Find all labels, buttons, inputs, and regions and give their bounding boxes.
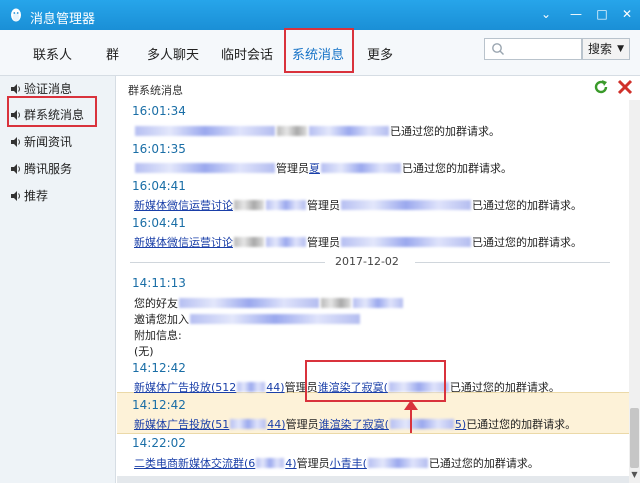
message-time: 14:12:42	[132, 361, 186, 375]
message-time: 16:01:35	[132, 142, 186, 156]
speaker-icon	[11, 164, 20, 174]
message-text: 二类电商新媒体交流群(6 4)管理员小青丰(已通过您的加群请求。	[134, 457, 539, 470]
delete-icon[interactable]	[616, 78, 634, 96]
chevron-down-icon[interactable]: ⌄	[538, 6, 554, 22]
speaker-icon	[11, 191, 20, 201]
tab-more[interactable]: 更多	[367, 44, 393, 63]
sidebar-item-verify[interactable]: 验证消息	[10, 80, 72, 97]
message-time: 14:12:42	[132, 398, 186, 412]
window-title: 消息管理器	[30, 12, 96, 27]
speaker-icon	[11, 84, 20, 94]
scroll-down-icon[interactable]: ▼	[629, 470, 640, 483]
search-button[interactable]: 搜索 ▼	[582, 38, 630, 60]
maximize-button[interactable]: □	[594, 6, 610, 22]
annotation-highlight-box	[305, 360, 446, 402]
search-button-label: 搜索	[588, 42, 613, 56]
dropdown-arrow-icon: ▼	[617, 44, 624, 54]
message-time: 16:01:34	[132, 104, 186, 118]
message-time: 16:04:41	[132, 179, 186, 193]
search-icon	[492, 43, 504, 55]
close-button[interactable]: ✕	[619, 6, 635, 22]
date-label: 2017-12-02	[335, 255, 399, 268]
group-link[interactable]: 二类电商新媒体交流群(6 4)	[134, 457, 297, 470]
message-text: 管理员夏 已通过您的加群请求。	[134, 160, 512, 176]
search-input[interactable]	[484, 38, 582, 60]
tab-temp-session[interactable]: 临时会话	[221, 44, 273, 63]
group-link[interactable]: 新媒体微信运营讨论	[134, 236, 233, 249]
horizontal-scrollbar[interactable]	[117, 476, 629, 483]
group-link[interactable]: 新媒体广告投放(512 44)	[134, 381, 285, 394]
message-text: (无)	[134, 345, 154, 358]
date-separator: 2017-12-02	[130, 255, 610, 268]
group-link[interactable]: 新媒体微信运营讨论	[134, 199, 233, 212]
refresh-icon[interactable]	[592, 78, 610, 96]
message-text: 新媒体微信运营讨论 管理员 已通过您的加群请求。	[134, 236, 582, 249]
message-time: 16:04:41	[132, 216, 186, 230]
minimize-button[interactable]: —	[568, 6, 584, 22]
message-text: 已通过您的加群请求。	[134, 123, 500, 139]
manager-link[interactable]: 谁渲染了寂寞(5)	[319, 418, 467, 431]
scrollbar-thumb[interactable]	[630, 408, 639, 468]
message-text: 邀请您加入	[134, 311, 361, 327]
qq-penguin-icon	[11, 8, 21, 22]
manager-link[interactable]: 夏	[309, 162, 320, 175]
title-bar: 消息管理器 ⌄ — □ ✕	[0, 0, 640, 30]
message-time: 14:22:02	[132, 436, 186, 450]
annotation-highlight-box	[284, 28, 354, 73]
tab-contacts[interactable]: 联系人	[33, 44, 72, 63]
message-text: 附加信息:	[134, 329, 182, 342]
message-text: 新媒体微信运营讨论 管理员 已通过您的加群请求。	[134, 199, 582, 212]
tab-groups[interactable]: 群	[106, 44, 119, 63]
group-link[interactable]: 新媒体广告投放(51 44)	[134, 418, 286, 431]
content-header: 群系统消息	[128, 84, 183, 97]
message-time: 14:11:13	[132, 276, 186, 290]
manager-link[interactable]: 小青丰(	[330, 457, 367, 470]
sidebar-item-recommend[interactable]: 推荐	[10, 187, 48, 204]
sidebar-item-tencent-services[interactable]: 腾讯服务	[10, 160, 72, 177]
annotation-arrow-head	[404, 400, 418, 410]
tab-multi-chat[interactable]: 多人聊天	[147, 44, 199, 63]
message-text: 新媒体广告投放(51 44)管理员谁渲染了寂寞(5)已通过您的加群请求。	[134, 418, 577, 431]
speaker-icon	[11, 137, 20, 147]
message-text: 您的好友	[134, 295, 404, 311]
annotation-highlight-box	[7, 96, 97, 127]
sidebar-item-news[interactable]: 新闻资讯	[10, 133, 72, 150]
